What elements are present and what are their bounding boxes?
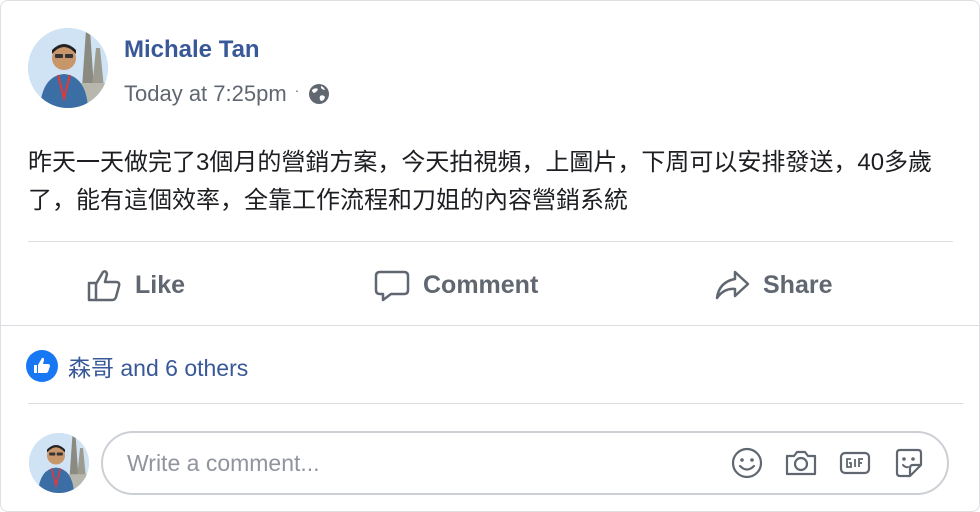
sticker-icon[interactable] xyxy=(891,445,927,481)
comment-button[interactable]: Comment xyxy=(373,263,538,307)
gif-icon[interactable] xyxy=(837,445,873,481)
author-avatar[interactable] xyxy=(28,28,108,108)
divider xyxy=(28,241,953,242)
post-timestamp[interactable]: Today at 7:25pm xyxy=(124,81,287,107)
comment-box xyxy=(101,431,949,495)
comment-input[interactable] xyxy=(125,448,729,478)
share-button[interactable]: Share xyxy=(713,263,832,307)
commenter-avatar xyxy=(29,433,89,493)
post-meta: Today at 7:25pm · xyxy=(124,81,331,107)
avatar-photo xyxy=(28,28,108,108)
share-label: Share xyxy=(763,270,833,299)
thumbs-up-icon xyxy=(87,270,121,302)
avatar-photo xyxy=(29,433,89,493)
like-label: Like xyxy=(135,270,186,299)
camera-icon[interactable] xyxy=(783,445,819,481)
like-button[interactable]: Like xyxy=(85,263,185,307)
emoji-icon[interactable] xyxy=(729,445,765,481)
comment-tools xyxy=(729,445,927,481)
share-icon xyxy=(715,270,750,300)
post-text: 昨天一天做完了3個月的營銷方案，今天拍視頻，上圖片，下周可以安排發送，40多歲了… xyxy=(28,149,933,214)
divider xyxy=(1,325,979,326)
author-name[interactable]: Michale Tan xyxy=(124,36,260,64)
divider xyxy=(28,403,963,404)
comment-icon xyxy=(374,270,410,302)
post-card: Michale Tan Today at 7:25pm · 昨天一天做完了3個月… xyxy=(0,0,980,512)
globe-icon[interactable] xyxy=(307,82,331,106)
comment-label: Comment xyxy=(423,270,539,299)
meta-separator: · xyxy=(294,82,300,98)
like-reaction-icon xyxy=(26,350,58,382)
reactions-summary[interactable]: 森哥 and 6 others xyxy=(26,349,248,383)
reactions-text[interactable]: 森哥 and 6 others xyxy=(68,349,248,383)
